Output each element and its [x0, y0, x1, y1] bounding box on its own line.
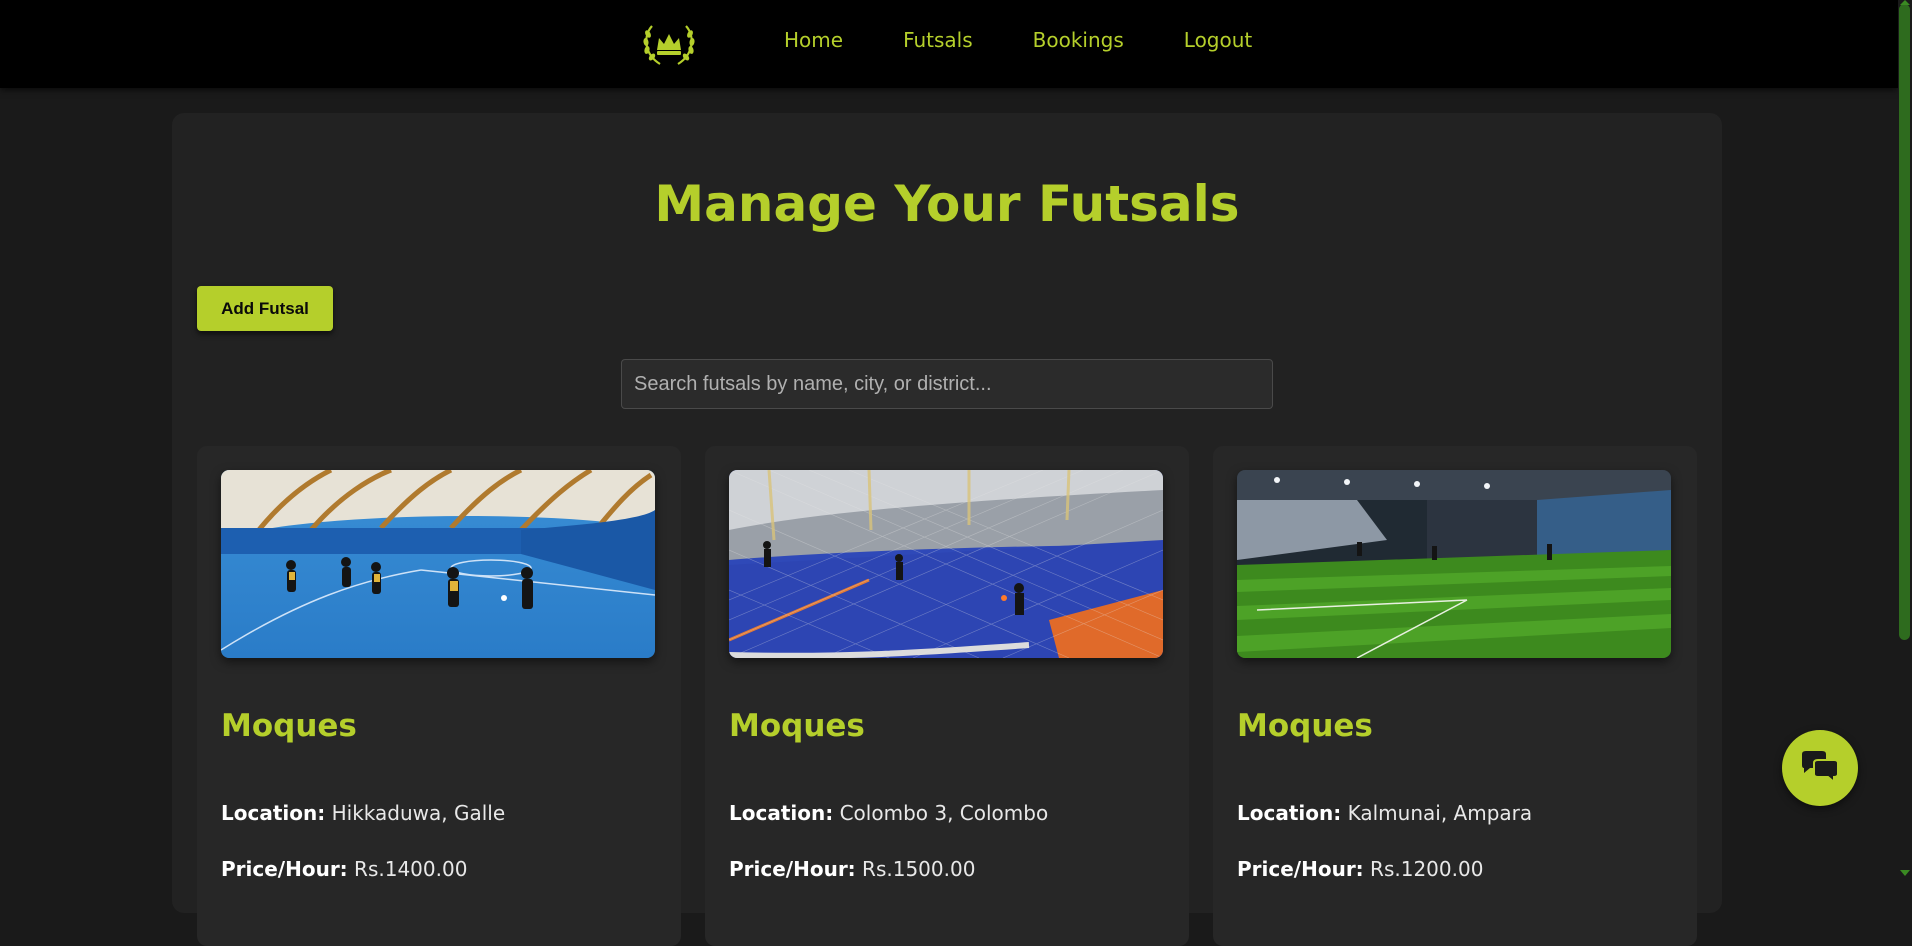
location-value: Kalmunai, Ampara — [1347, 801, 1533, 825]
futsal-price: Price/Hour: Rs.1500.00 — [729, 857, 975, 881]
futsal-location: Location: Kalmunai, Ampara — [1237, 801, 1532, 825]
price-value: Rs.1500.00 — [862, 857, 976, 881]
futsal-card: Moques Location: Kalmunai, Ampara Price/… — [1213, 446, 1697, 946]
futsal-image — [729, 470, 1163, 658]
scroll-up-arrow-icon[interactable] — [1900, 0, 1910, 5]
location-label: Location: — [1237, 801, 1342, 825]
scroll-down-arrow-icon[interactable] — [1900, 870, 1910, 876]
futsal-name: Moques — [221, 708, 357, 744]
add-futsal-button[interactable]: Add Futsal — [197, 286, 333, 331]
location-label: Location: — [221, 801, 326, 825]
price-label: Price/Hour: — [221, 857, 348, 881]
futsal-card: Moques Location: Colombo 3, Colombo Pric… — [705, 446, 1189, 946]
futsal-price: Price/Hour: Rs.1400.00 — [221, 857, 467, 881]
price-value: Rs.1400.00 — [354, 857, 468, 881]
price-label: Price/Hour: — [729, 857, 856, 881]
futsal-name: Moques — [1237, 708, 1373, 744]
futsal-name: Moques — [729, 708, 865, 744]
nav-link-logout[interactable]: Logout — [1184, 28, 1252, 52]
location-label: Location: — [729, 801, 834, 825]
main-container: Manage Your Futsals Add Futsal Search fu… — [172, 113, 1722, 946]
futsal-location: Location: Colombo 3, Colombo — [729, 801, 1048, 825]
scrollbar-thumb[interactable] — [1899, 4, 1910, 640]
nav-link-home[interactable]: Home — [784, 28, 843, 52]
futsal-image — [1237, 470, 1671, 658]
location-value: Colombo 3, Colombo — [839, 801, 1049, 825]
location-value: Hikkaduwa, Galle — [331, 801, 506, 825]
crown-laurel-logo-icon[interactable] — [638, 20, 700, 70]
futsal-image — [221, 470, 655, 658]
chat-bubbles-icon — [1802, 751, 1839, 785]
page-title: Manage Your Futsals — [654, 175, 1240, 233]
price-label: Price/Hour: — [1237, 857, 1364, 881]
futsal-location: Location: Hikkaduwa, Galle — [221, 801, 505, 825]
nav-link-futsals[interactable]: Futsals — [903, 28, 973, 52]
futsal-card: Moques Location: Hikkaduwa, Galle Price/… — [197, 446, 681, 946]
nav-links: Home Futsals Bookings Logout — [784, 28, 1252, 52]
top-navbar: Home Futsals Bookings Logout — [0, 0, 1898, 88]
price-value: Rs.1200.00 — [1370, 857, 1484, 881]
futsal-price: Price/Hour: Rs.1200.00 — [1237, 857, 1483, 881]
nav-link-bookings[interactable]: Bookings — [1033, 28, 1124, 52]
chat-button[interactable] — [1782, 730, 1858, 806]
search-input[interactable] — [621, 359, 1273, 409]
